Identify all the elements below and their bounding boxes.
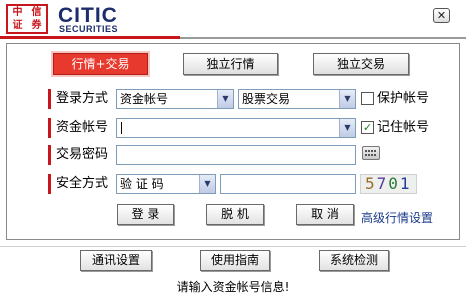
dropdown-arrow-icon: ▼ [217, 90, 233, 108]
cancel-button[interactable]: 取 消 [296, 204, 354, 225]
dropdown-arrow-icon: ▼ [199, 175, 215, 193]
seal-char: 券 [31, 19, 42, 31]
captcha-char: 1 [399, 174, 412, 193]
seal-char: 信 [31, 6, 42, 18]
password-label: 交易密码 [48, 145, 108, 165]
tab-quote-only[interactable]: 独立行情 [183, 53, 278, 75]
brand-subtitle: SECURITIES [59, 24, 119, 34]
seal-char: 证 [12, 19, 23, 31]
login-button[interactable]: 登 录 [117, 204, 174, 225]
protect-account-checkbox[interactable] [361, 92, 374, 105]
brand-name: CITIC [58, 4, 118, 27]
captcha-char: 7 [376, 174, 389, 193]
title-bar: 中 信 证 券 CITIC SECURITIES ✕ [0, 0, 466, 36]
remember-account-checkbox[interactable]: ✓ [361, 121, 374, 134]
header-divider [180, 37, 466, 39]
login-method-label: 登录方式 [48, 89, 108, 109]
security-method-select[interactable]: 验 证 码 ▼ [116, 174, 216, 194]
tab-quote-and-trade[interactable]: 行情+交易 [53, 53, 148, 75]
security-method-label: 安全方式 [48, 174, 108, 194]
status-message: 请输入资金帐号信息! [176, 280, 290, 294]
close-icon: ✕ [436, 9, 447, 22]
text-cursor [121, 122, 122, 134]
header-accent-bar [0, 36, 180, 39]
password-input[interactable] [116, 145, 356, 165]
user-guide-button[interactable]: 使用指南 [200, 250, 270, 271]
checkmark-icon: ✓ [362, 121, 373, 134]
system-check-button[interactable]: 系统检测 [319, 250, 389, 271]
account-input[interactable]: ▼ [116, 118, 356, 138]
captcha-image[interactable]: 5701 [360, 174, 417, 194]
market-type-value: 股票交易 [242, 92, 291, 106]
citic-seal-logo: 中 信 证 券 [6, 4, 48, 34]
captcha-char: 5 [365, 174, 377, 193]
keyboard-icon[interactable] [362, 146, 380, 160]
tab-trade-only[interactable]: 独立交易 [313, 53, 409, 75]
dropdown-arrow-icon: ▼ [339, 119, 355, 137]
bottom-divider [0, 246, 466, 247]
seal-char: 中 [12, 6, 23, 18]
security-method-value: 验 证 码 [120, 177, 164, 191]
comm-settings-button[interactable]: 通讯设置 [80, 250, 152, 271]
market-type-select[interactable]: 股票交易 ▼ [238, 89, 356, 109]
protect-account-label: 保护帐号 [377, 91, 430, 106]
advanced-quote-settings-link[interactable]: 高级行情设置 [361, 210, 433, 226]
captcha-input[interactable] [220, 174, 356, 194]
dropdown-arrow-icon: ▼ [339, 90, 355, 108]
close-button[interactable]: ✕ [433, 8, 450, 23]
login-method-select[interactable]: 资金帐号 ▼ [116, 89, 234, 109]
captcha-char: 0 [388, 174, 400, 193]
offline-button[interactable]: 脱 机 [206, 204, 264, 225]
login-method-value: 资金帐号 [120, 92, 169, 106]
account-label: 资金帐号 [48, 118, 108, 138]
remember-account-label: 记住帐号 [377, 120, 430, 135]
